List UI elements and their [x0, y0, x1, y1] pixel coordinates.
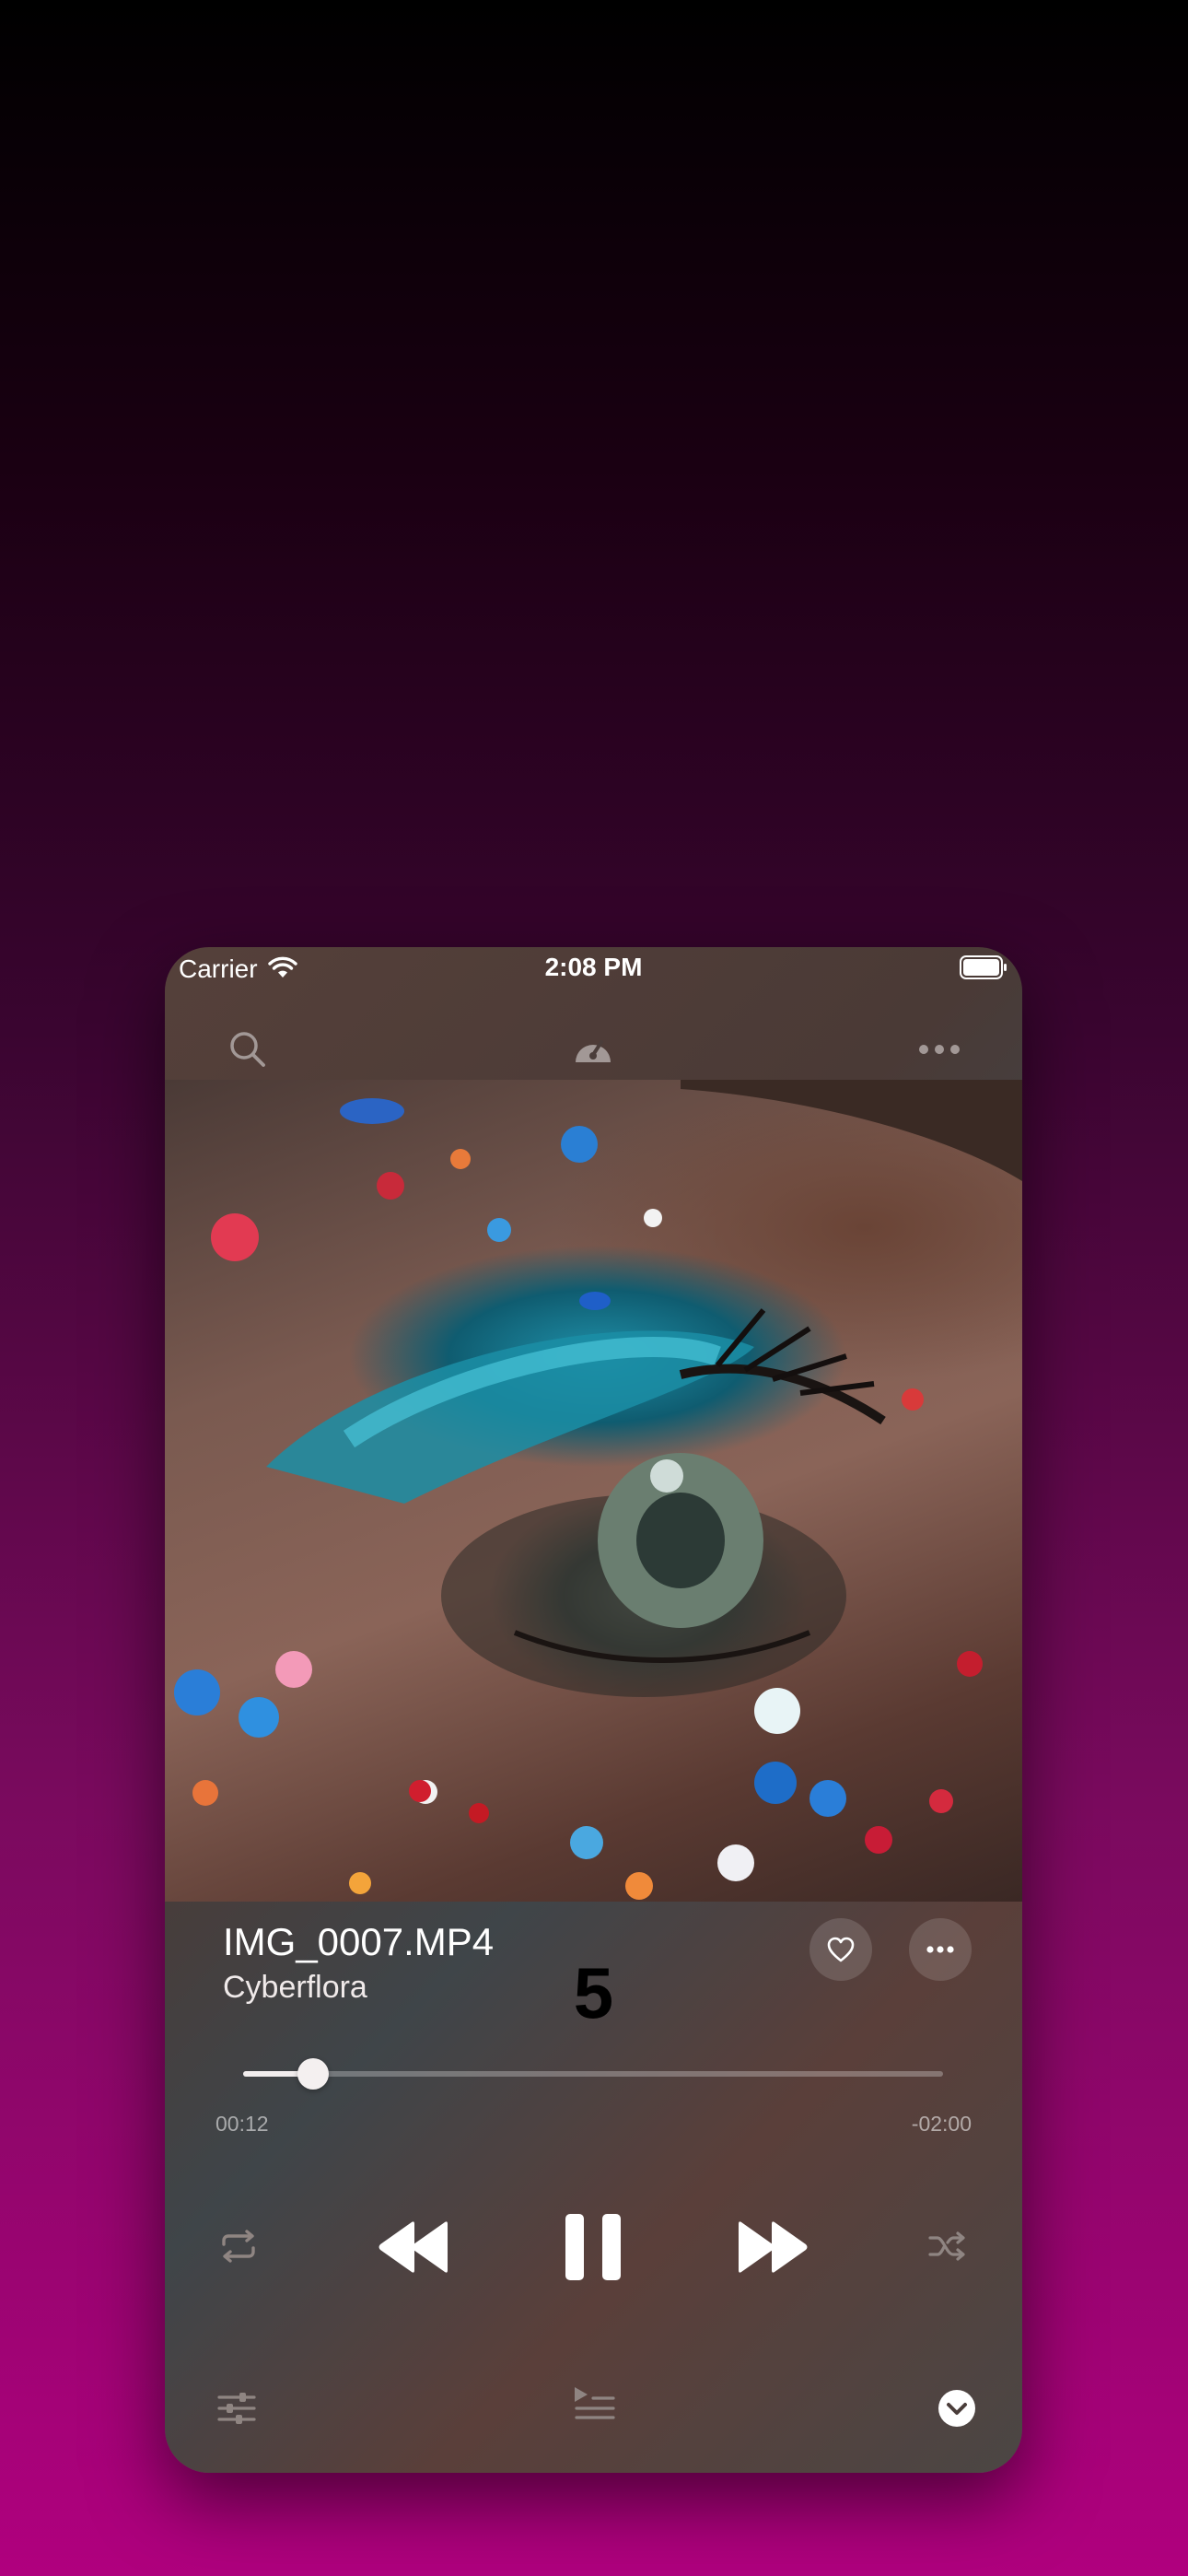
more-options-button[interactable] [903, 1008, 976, 1091]
glitter-dot [929, 1789, 953, 1813]
glitter-dot [239, 1697, 279, 1738]
chevron-down-circle-icon [938, 2390, 975, 2427]
speedometer-icon [576, 1040, 611, 1062]
glitter-dot [809, 1780, 846, 1817]
repeat-icon [222, 2230, 255, 2263]
equalizer-button[interactable] [209, 2381, 264, 2436]
status-time: 2:08 PM [544, 953, 643, 981]
glitter-dot [340, 1098, 404, 1124]
status-bar: Carrier 2:08 PM [165, 947, 1022, 989]
album-artwork-image [165, 1080, 1022, 1902]
shuffle-icon [928, 2231, 965, 2261]
progress-slider[interactable] [243, 2058, 943, 2090]
dismiss-player-button[interactable] [929, 2381, 984, 2436]
search-button[interactable] [211, 1008, 285, 1091]
remaining-time: -02:00 [911, 2112, 972, 2136]
glitter-dot [625, 1872, 653, 1900]
rewind-button[interactable] [367, 2206, 460, 2289]
queue-icon [575, 2387, 615, 2419]
glitter-dot [902, 1388, 924, 1411]
overlay-number: 5 [573, 1952, 614, 2033]
glitter-dot [409, 1780, 431, 1802]
progress-thumb[interactable] [297, 2058, 329, 2090]
playback-speed-button[interactable] [556, 1008, 630, 1091]
glitter-dot [754, 1762, 797, 1804]
ellipsis-icon [919, 1045, 960, 1054]
shuffle-button[interactable] [920, 2219, 975, 2274]
track-menu-button[interactable] [909, 1918, 972, 1981]
elapsed-time: 00:12 [215, 2112, 269, 2136]
top-toolbar [165, 1008, 1022, 1091]
search-icon [230, 1032, 265, 1067]
fast-forward-button[interactable] [727, 2206, 819, 2289]
glitter-dot [192, 1780, 218, 1806]
repeat-button[interactable] [211, 2219, 266, 2274]
now-playing-screen: Carrier 2:08 PM IMG_0007.MP4 Cyberflora … [165, 947, 1022, 2473]
glitter-dot [754, 1688, 800, 1734]
glitter-dot [717, 1844, 754, 1881]
pause-icon [565, 2214, 621, 2280]
glitter-dot [561, 1126, 598, 1163]
ellipsis-icon [926, 1946, 954, 1953]
battery-full-icon [960, 955, 1007, 979]
glitter-dot [469, 1803, 489, 1823]
favorite-button[interactable] [809, 1918, 872, 1981]
glitter-dot [349, 1872, 371, 1894]
backward-icon [379, 2221, 448, 2273]
glitter-dot [865, 1826, 892, 1854]
forward-icon [739, 2221, 808, 2273]
glitter-dot [174, 1669, 220, 1715]
glitter-dot [644, 1209, 662, 1227]
glitter-dot [957, 1651, 983, 1677]
play-queue-button[interactable] [566, 2375, 622, 2430]
artwork-detail [266, 1080, 1022, 1697]
sliders-icon [217, 2393, 256, 2424]
glitter-dot [570, 1826, 603, 1859]
glitter-dot [450, 1149, 471, 1169]
glitter-dot [275, 1651, 312, 1688]
glitter-dot [377, 1172, 404, 1200]
pause-button[interactable] [552, 2206, 635, 2289]
heart-icon [827, 1937, 855, 1962]
glitter-dot [211, 1213, 259, 1261]
glitter-dot [487, 1218, 511, 1242]
glitter-dot [579, 1292, 611, 1310]
